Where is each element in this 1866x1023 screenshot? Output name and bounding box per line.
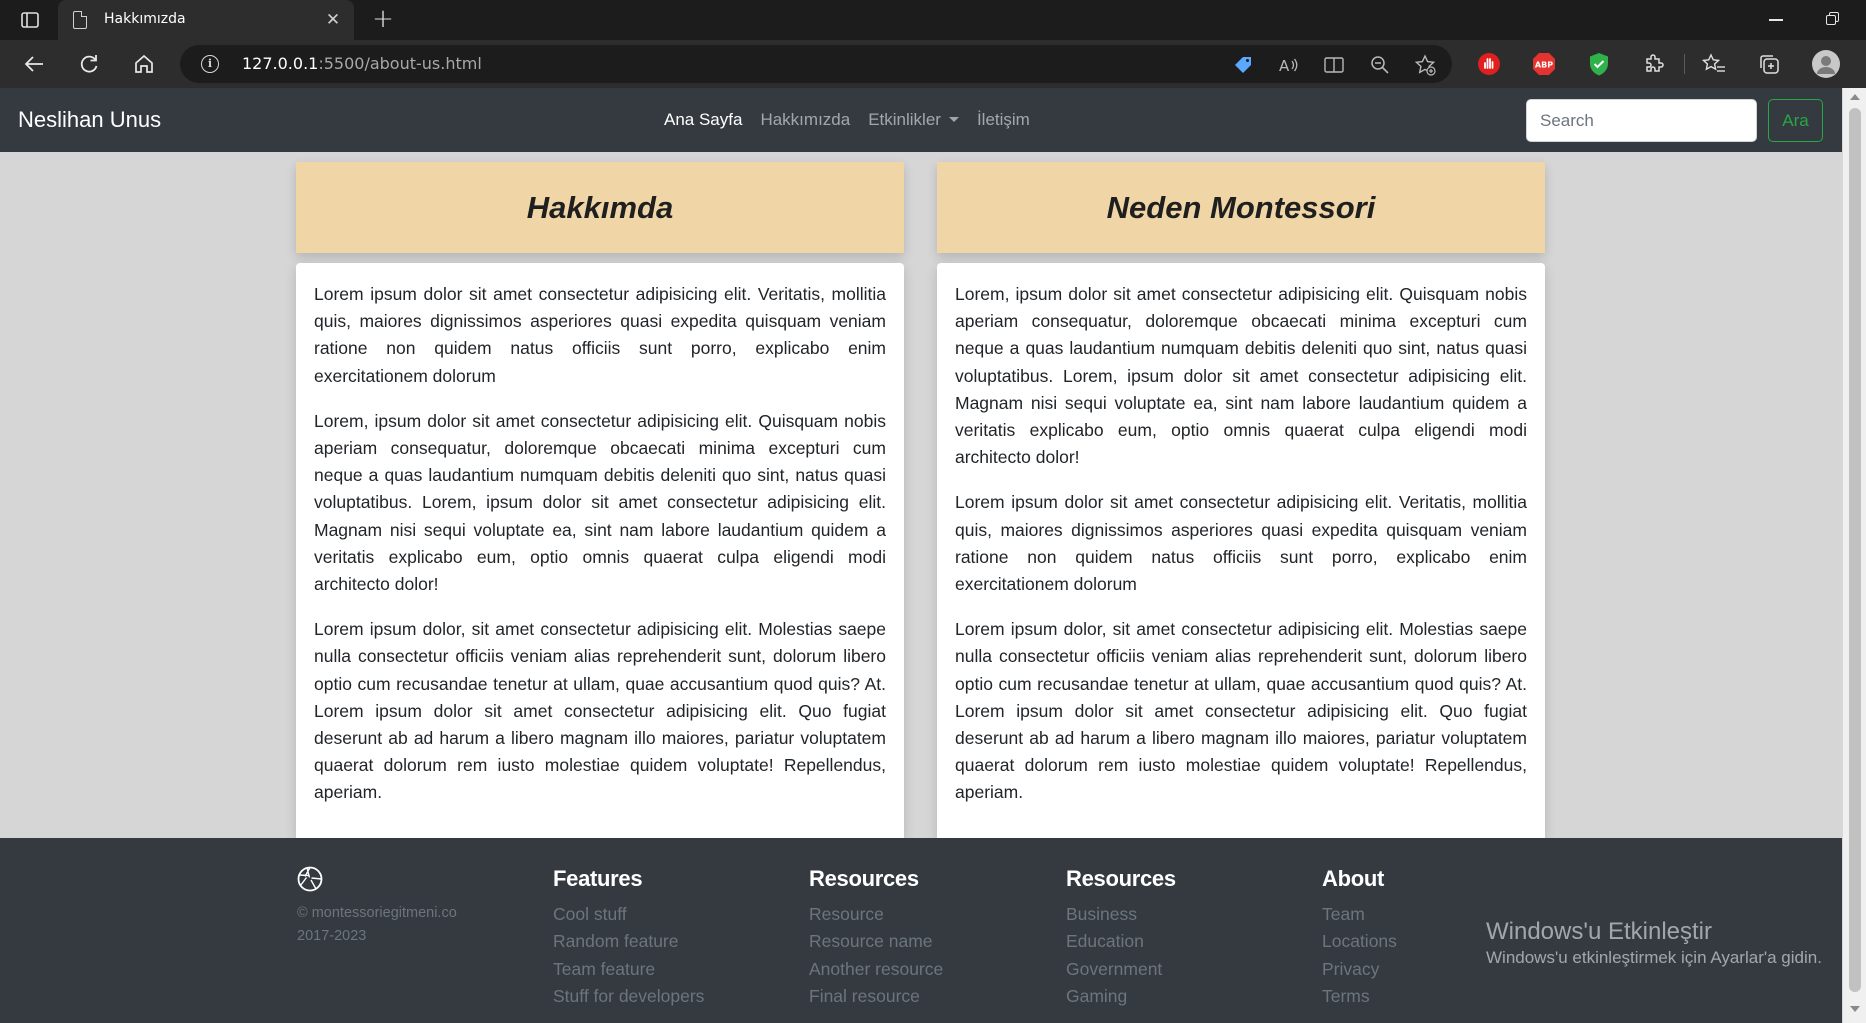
coupon-tag-icon[interactable] bbox=[1232, 54, 1254, 76]
scrollbar-thumb[interactable] bbox=[1849, 108, 1861, 992]
navbar-brand[interactable]: Neslihan Unus bbox=[18, 107, 161, 133]
card-title: Hakkımda bbox=[526, 189, 674, 225]
adblock-plus-icon[interactable]: ABP bbox=[1530, 50, 1558, 78]
search-button[interactable]: Ara bbox=[1768, 99, 1823, 142]
card-title: Neden Montessori bbox=[1106, 189, 1376, 225]
card-paragraph: Lorem ipsum dolor sit amet consectetur a… bbox=[314, 284, 886, 386]
footer-heading: Resources bbox=[809, 866, 919, 891]
zoom-out-icon[interactable] bbox=[1369, 54, 1391, 76]
scroll-up-arrow-icon[interactable] bbox=[1850, 94, 1860, 100]
window-minimize-icon[interactable] bbox=[1764, 8, 1788, 32]
footer-link[interactable]: Gaming bbox=[1066, 983, 1176, 1010]
card-header-about-me: Hakkımda bbox=[296, 162, 904, 253]
footer-heading: Features bbox=[553, 866, 643, 891]
toolbar-divider bbox=[1684, 54, 1685, 74]
dropdown-caret-icon bbox=[948, 117, 959, 122]
card-paragraph: Lorem, ipsum dolor sit amet consectetur … bbox=[314, 410, 886, 595]
favorites-icon[interactable] bbox=[1700, 50, 1728, 78]
card-paragraph: Lorem, ipsum dolor sit amet consectetur … bbox=[955, 284, 1527, 468]
add-favorite-star-icon[interactable] bbox=[1414, 54, 1436, 76]
new-tab-icon[interactable]: + bbox=[370, 6, 396, 33]
card-paragraph: Lorem ipsum dolor, sit amet consectetur … bbox=[314, 619, 886, 803]
web-page: Neslihan Unus Ana Sayfa Hakkımızda Etkin… bbox=[0, 88, 1842, 1023]
immersive-reader-icon[interactable] bbox=[1323, 54, 1345, 76]
extensions-puzzle-icon[interactable] bbox=[1640, 50, 1668, 78]
footer-column-resources-2: Resources Business Education Government … bbox=[1066, 866, 1176, 1010]
shield-extension-icon[interactable] bbox=[1585, 50, 1613, 78]
card-paragraph: Lorem ipsum dolor, sit amet consectetur … bbox=[955, 619, 1527, 803]
svg-text:ABP: ABP bbox=[1535, 61, 1553, 70]
footer-copyright: © montessoriegitmeni.co 2017-2023 bbox=[297, 905, 457, 944]
card-body-about-me: Lorem ipsum dolor sit amet consectetur a… bbox=[296, 263, 904, 839]
windows-activation-watermark: Windows'u Etkinleştir Windows'u etkinleş… bbox=[1486, 918, 1822, 967]
footer-link[interactable]: Privacy bbox=[1322, 956, 1397, 983]
window-restore-icon[interactable] bbox=[1820, 8, 1844, 32]
footer-link[interactable]: Government bbox=[1066, 956, 1176, 983]
footer-link[interactable]: Team feature bbox=[553, 956, 704, 983]
page-document-icon bbox=[73, 11, 87, 29]
scroll-down-arrow-icon[interactable] bbox=[1850, 1006, 1860, 1012]
browser-tab-active[interactable]: Hakkımızda ✕ bbox=[58, 0, 354, 40]
stop-hand-extension-icon[interactable] bbox=[1475, 50, 1503, 78]
nav-link-contact[interactable]: İletişim bbox=[977, 110, 1030, 130]
browser-tab-bar: Hakkımızda ✕ + bbox=[0, 0, 1866, 40]
aperture-logo-icon bbox=[297, 866, 323, 892]
tab-close-icon[interactable]: ✕ bbox=[322, 9, 344, 31]
footer-link[interactable]: Terms bbox=[1322, 983, 1397, 1010]
search-input[interactable] bbox=[1526, 99, 1757, 142]
footer-link[interactable]: Team bbox=[1322, 901, 1397, 928]
footer-link[interactable]: Random feature bbox=[553, 928, 704, 955]
tab-actions-icon[interactable] bbox=[16, 8, 44, 32]
footer-heading: About bbox=[1322, 866, 1385, 891]
address-bar[interactable]: i 127.0.0.1:5500/about-us.html A bbox=[180, 45, 1452, 83]
card-header-why-montessori: Neden Montessori bbox=[937, 162, 1545, 253]
read-aloud-icon[interactable]: A bbox=[1277, 54, 1299, 76]
svg-text:A: A bbox=[1279, 57, 1290, 74]
footer-column-about: About Team Locations Privacy Terms bbox=[1322, 866, 1397, 1010]
footer-link[interactable]: Resource name bbox=[809, 928, 943, 955]
card-body-why-montessori: Lorem, ipsum dolor sit amet consectetur … bbox=[937, 263, 1545, 839]
back-arrow-icon[interactable] bbox=[18, 48, 50, 80]
site-navbar: Neslihan Unus Ana Sayfa Hakkımızda Etkin… bbox=[0, 88, 1842, 152]
collections-icon[interactable] bbox=[1755, 50, 1783, 78]
footer-column-resources: Resources Resource Resource name Another… bbox=[809, 866, 943, 1010]
footer-link[interactable]: Final resource bbox=[809, 983, 943, 1010]
home-icon[interactable] bbox=[128, 48, 160, 80]
url-text: 127.0.0.1:5500/about-us.html bbox=[242, 54, 482, 73]
browser-toolbar: i 127.0.0.1:5500/about-us.html A ABP bbox=[0, 40, 1866, 88]
footer-link[interactable]: Another resource bbox=[809, 956, 943, 983]
card-paragraph: Lorem ipsum dolor sit amet consectetur a… bbox=[955, 492, 1527, 595]
profile-avatar-icon[interactable] bbox=[1812, 50, 1840, 78]
footer-link[interactable]: Cool stuff bbox=[553, 901, 704, 928]
nav-links: Ana Sayfa Hakkımızda Etkinlikler İletişi… bbox=[664, 110, 1030, 130]
nav-link-about[interactable]: Hakkımızda bbox=[760, 110, 850, 130]
tab-title: Hakkımızda bbox=[104, 11, 186, 27]
footer-link[interactable]: Stuff for developers bbox=[553, 983, 704, 1010]
nav-link-home[interactable]: Ana Sayfa bbox=[664, 110, 742, 130]
footer-column-features: Features Cool stuff Random feature Team … bbox=[553, 866, 704, 1010]
vertical-scrollbar[interactable] bbox=[1842, 88, 1866, 1023]
reload-icon[interactable] bbox=[73, 48, 105, 80]
footer-heading: Resources bbox=[1066, 866, 1176, 891]
footer-link[interactable]: Education bbox=[1066, 928, 1176, 955]
footer-link[interactable]: Business bbox=[1066, 901, 1176, 928]
nav-link-events-dropdown[interactable]: Etkinlikler bbox=[868, 110, 959, 130]
site-info-icon[interactable]: i bbox=[201, 55, 219, 73]
footer-link[interactable]: Locations bbox=[1322, 928, 1397, 955]
footer-link[interactable]: Resource bbox=[809, 901, 943, 928]
